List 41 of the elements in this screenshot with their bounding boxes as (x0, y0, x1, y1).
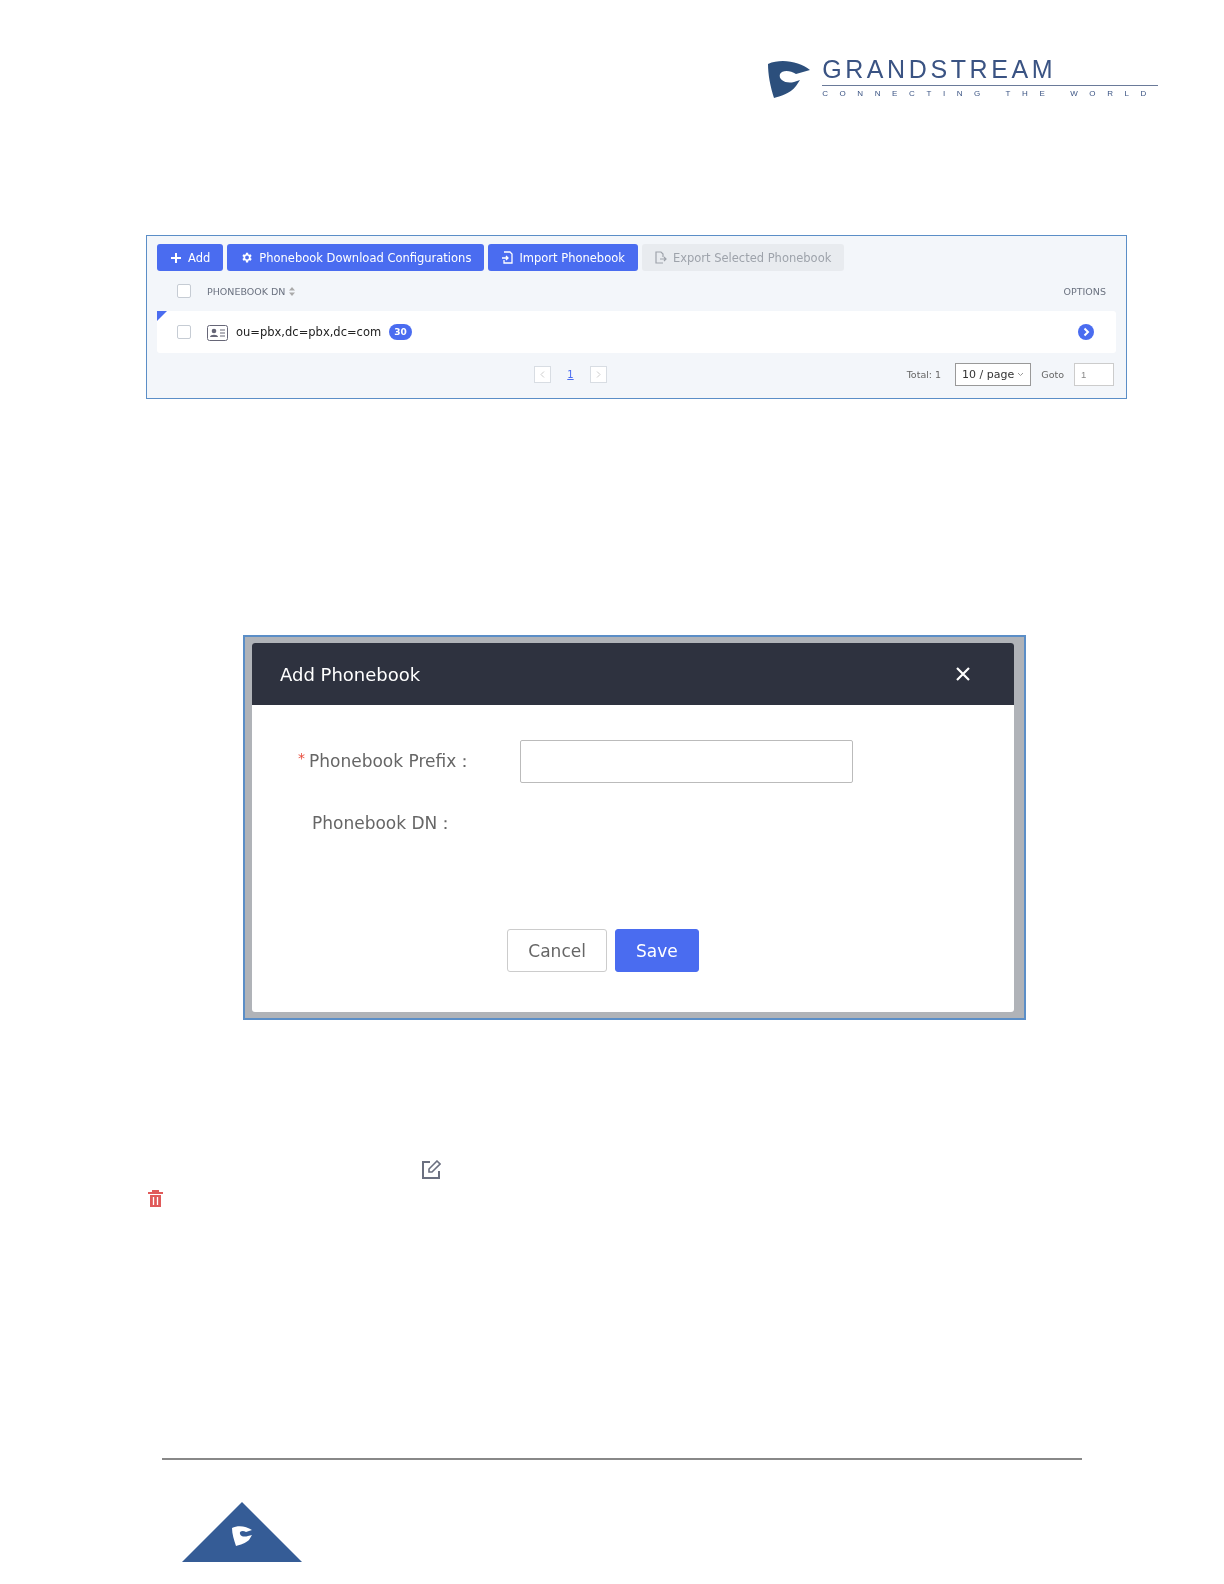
caret-icon (1017, 371, 1025, 377)
logo-icon (182, 1502, 302, 1562)
total-count: Total: 1 (906, 368, 942, 380)
dialog-title: Add Phonebook (280, 663, 421, 685)
contact-card-icon (207, 323, 228, 341)
count-badge: 30 (389, 324, 412, 340)
close-icon[interactable] (956, 667, 970, 681)
row-checkbox[interactable] (177, 325, 191, 339)
export-icon (654, 251, 667, 264)
field-label: Phonebook DN： (312, 811, 455, 835)
next-page-button[interactable] (589, 365, 607, 383)
toolbar-button[interactable]: Add (157, 244, 224, 271)
brand-tagline: CONNECTING THE WORLD (822, 85, 1158, 98)
required-mark: * (298, 749, 305, 768)
gear-icon (240, 251, 254, 264)
trash-icon (148, 1190, 163, 1208)
page-size-select[interactable]: 10 / page (955, 362, 1032, 386)
sort-icon[interactable] (289, 286, 296, 296)
field-label: Phonebook Prefix： (309, 749, 474, 773)
column-header[interactable]: PHONEBOOK DN (207, 285, 296, 297)
dialog-button[interactable]: Save (614, 929, 699, 972)
goto-field[interactable]: 1 (1074, 362, 1114, 386)
dialog-button[interactable]: Cancel (507, 929, 607, 972)
column-header: OPTIONS (1063, 285, 1106, 297)
previous-page-button[interactable] (534, 365, 552, 383)
phonebook-dn: ou=pbx,dc=pbx,dc=com (236, 325, 382, 339)
prefix-field[interactable] (520, 739, 853, 783)
edit-icon (421, 1160, 441, 1180)
chevron-left-icon (540, 370, 546, 378)
row-corner-marker (157, 311, 167, 321)
toolbar-button[interactable]: Import Phonebook (488, 244, 638, 271)
brand-name: GRANDSTREAM (822, 58, 1058, 80)
page-number[interactable]: 1 (551, 368, 590, 380)
chevron-right-icon (595, 370, 601, 378)
table-row[interactable]: ou=pbx,dc=pbx,dc=com 30 (157, 311, 1116, 353)
import-icon (501, 251, 514, 264)
select-all-checkbox[interactable] (177, 284, 191, 298)
plus-icon (170, 251, 182, 264)
toolbar-button[interactable]: Phonebook Download Configurations (227, 244, 485, 271)
chevron-right-icon[interactable] (1078, 324, 1094, 340)
goto-label: Goto (1041, 368, 1064, 380)
